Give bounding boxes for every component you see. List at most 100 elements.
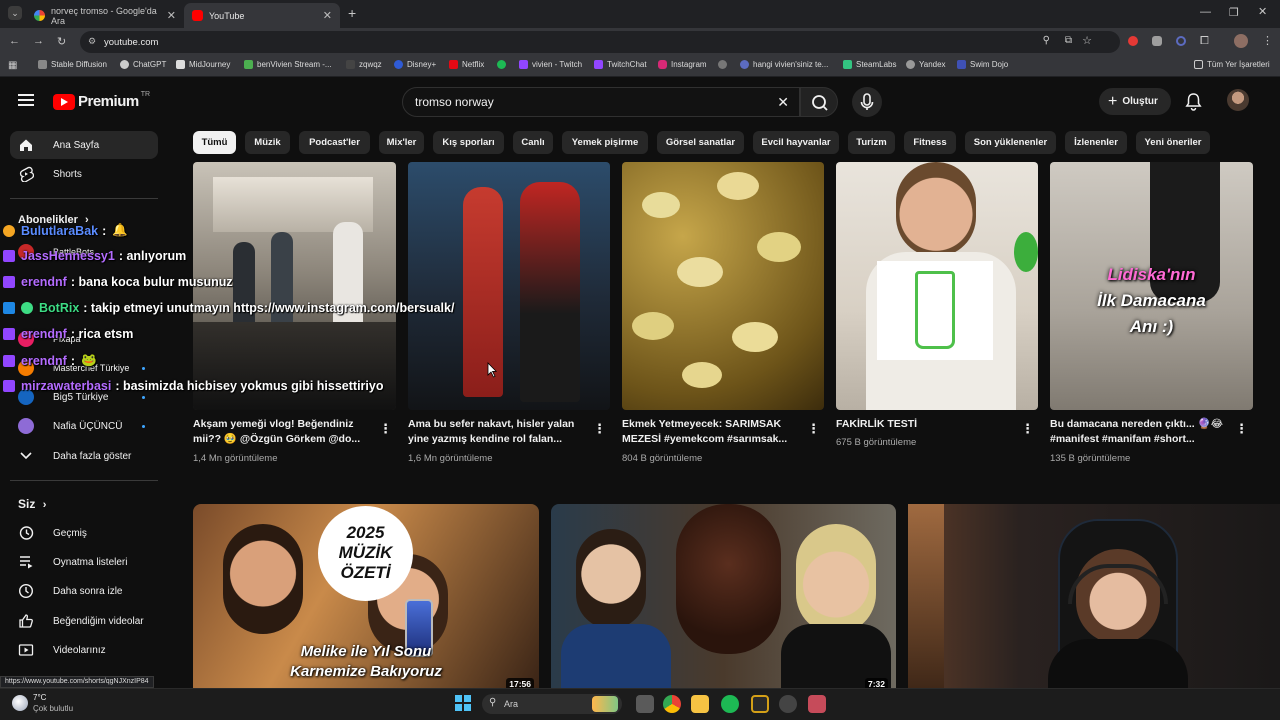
chip[interactable]: Görsel sanatlar	[657, 131, 744, 154]
short-thumbnail[interactable]	[622, 162, 824, 410]
bookmark-item[interactable]: SteamLabs	[843, 60, 896, 69]
show-more-button[interactable]: Daha fazla göster	[10, 442, 158, 470]
more-options-icon[interactable]: ⋮	[593, 421, 606, 437]
short-title[interactable]: Ekmek Yetmeyecek: SARIMSAK MEZESİ #yemek…	[622, 417, 802, 447]
close-tab-icon[interactable]: ✕	[323, 9, 332, 22]
sidebar-item-your-videos[interactable]: Videolarınız	[10, 636, 158, 664]
bookmark-item[interactable]: benVivien Stream -...	[244, 60, 332, 69]
taskbar-search[interactable]: ⚲ Ara	[482, 694, 622, 714]
close-tab-icon[interactable]: ✕	[167, 9, 176, 22]
extension-icon[interactable]	[1176, 36, 1186, 46]
spotify-icon[interactable]	[721, 695, 739, 713]
clear-search-icon[interactable]: ✕	[777, 94, 789, 111]
chip[interactable]: Kış sporları	[433, 131, 504, 154]
bookmark-item[interactable]: Netflix	[449, 60, 484, 69]
window-close-icon[interactable]: ✕	[1258, 5, 1267, 18]
bookmark-item[interactable]: Yandex	[906, 60, 946, 69]
task-view-icon[interactable]	[636, 695, 654, 713]
extension-icon[interactable]	[1128, 36, 1138, 46]
video-thumbnail[interactable]: 7:32	[551, 504, 896, 688]
bookmark-item[interactable]: ChatGPT	[120, 60, 166, 69]
chip[interactable]: Mix'ler	[379, 131, 424, 154]
sidebar-item-playlists[interactable]: Oynatma listeleri	[10, 548, 158, 576]
puzzle-icon[interactable]: ⧠	[1200, 35, 1209, 48]
short-thumbnail[interactable]	[836, 162, 1038, 410]
short-title[interactable]: FAKİRLİK TESTİ	[836, 417, 1016, 432]
bookmark-item[interactable]	[718, 60, 731, 69]
sidebar-item-shorts[interactable]: Shorts	[10, 160, 158, 188]
weather-icon[interactable]	[12, 695, 28, 711]
shield-icon[interactable]	[1152, 36, 1162, 46]
back-icon[interactable]: ←	[9, 35, 20, 47]
chip[interactable]: Müzik	[245, 131, 290, 154]
short-title[interactable]: Ama bu sefer nakavt, hisler yalan yine y…	[408, 417, 588, 447]
search-button[interactable]	[800, 87, 838, 117]
youtube-logo[interactable]: Premium TR	[53, 91, 150, 110]
hamburger-menu-icon[interactable]	[18, 94, 34, 106]
reload-icon[interactable]: ↻	[57, 35, 66, 48]
bookmark-item[interactable]: vivien - Twitch	[519, 60, 582, 69]
chip[interactable]: Podcast'ler	[299, 131, 370, 154]
app-icon[interactable]	[751, 695, 769, 713]
chip[interactable]: Fitness	[904, 131, 956, 154]
more-options-icon[interactable]: ⋮	[379, 421, 392, 437]
chip[interactable]: Son yüklenenler	[965, 131, 1056, 154]
new-tab-button[interactable]: +	[348, 5, 356, 21]
zoom-icon[interactable]: ⚲	[1043, 35, 1050, 46]
chip-all[interactable]: Tümü	[193, 131, 236, 154]
bookmark-item[interactable]: Stable Diffusion	[38, 60, 107, 69]
short-thumbnail[interactable]: Lidiska'nın İlk Damacana Anı :)	[1050, 162, 1253, 410]
chip[interactable]: Yeni öneriler	[1136, 131, 1210, 154]
apps-grid-icon[interactable]: ▦	[8, 60, 17, 71]
profile-avatar[interactable]	[1234, 34, 1248, 48]
all-bookmarks-folder[interactable]: Tüm Yer İşaretleri	[1194, 60, 1270, 69]
tab-youtube[interactable]: YouTube ✕	[184, 3, 340, 28]
tab-google-search[interactable]: norveç tromso - Google'da Ara ✕	[26, 3, 184, 28]
bookmark-item[interactable]: hangi vivien'siniz te...	[740, 60, 828, 69]
chip[interactable]: Evcil hayvanlar	[753, 131, 839, 154]
chip[interactable]: Turizm	[848, 131, 895, 154]
obs-icon[interactable]	[779, 695, 797, 713]
address-bar[interactable]: ⚙ youtube.com ⚲ ⧉ ☆	[80, 31, 1120, 53]
more-options-icon[interactable]: ⋮	[807, 421, 820, 437]
short-thumbnail[interactable]	[408, 162, 610, 410]
more-options-icon[interactable]: ⋮	[1235, 421, 1248, 437]
maximize-icon[interactable]: ❐	[1229, 6, 1239, 19]
short-title[interactable]: Bu damacana nereden çıktı... 🔮😂 #manifes…	[1050, 417, 1230, 447]
bookmark-item[interactable]: MidJourney	[176, 60, 230, 69]
bookmark-item[interactable]: zqwqz	[346, 60, 382, 69]
tab-search-icon[interactable]: ⌄	[8, 6, 22, 20]
chip[interactable]: İzlenenler	[1065, 131, 1127, 154]
file-explorer-icon[interactable]	[691, 695, 709, 713]
more-options-icon[interactable]: ⋮	[1021, 421, 1034, 437]
sidebar-item-liked-videos[interactable]: Beğendiğim videolar	[10, 607, 158, 635]
short-title[interactable]: Akşam yemeği vlog! Beğendiniz mii?? 🥹 @Ö…	[193, 417, 373, 447]
app-icon[interactable]	[808, 695, 826, 713]
notifications-bell-icon[interactable]	[1185, 92, 1202, 111]
bookmark-item[interactable]: Disney+	[394, 60, 436, 69]
sidebar-item-watch-later[interactable]: Daha sonra izle	[10, 577, 158, 605]
chrome-icon[interactable]	[663, 695, 681, 713]
menu-kebab-icon[interactable]: ⋮	[1262, 34, 1273, 47]
video-thumbnail[interactable]: 2025 MÜZİK ÖZETİ Melike ile Yıl Sonu Kar…	[193, 504, 539, 688]
chip[interactable]: Yemek pişirme	[562, 131, 648, 154]
search-input[interactable]: tromso norway ✕	[402, 87, 800, 117]
chip[interactable]: Canlı	[513, 131, 553, 154]
bookmark-item[interactable]: Swim Dojo	[957, 60, 1008, 69]
windows-start-icon[interactable]	[455, 695, 471, 711]
forward-icon[interactable]: →	[33, 35, 44, 47]
account-avatar[interactable]	[1227, 89, 1249, 111]
sidebar-item-home[interactable]: Ana Sayfa	[10, 131, 158, 159]
site-info-icon[interactable]: ⚙	[88, 36, 96, 47]
voice-search-button[interactable]	[852, 87, 882, 117]
minimize-icon[interactable]: —	[1200, 6, 1211, 18]
bookmark-star-icon[interactable]: ☆	[1082, 34, 1092, 47]
bookmark-item[interactable]	[497, 60, 510, 69]
bookmark-item[interactable]: Instagram	[658, 60, 707, 69]
create-button[interactable]: + Oluştur	[1099, 88, 1171, 115]
you-header[interactable]: Siz ›	[18, 497, 46, 511]
cast-icon[interactable]: ⧉	[1065, 35, 1072, 46]
subscription-item[interactable]: Nafia ÜÇÜNCÜ	[10, 412, 158, 440]
sidebar-item-history[interactable]: Geçmiş	[10, 519, 158, 547]
bookmark-item[interactable]: TwitchChat	[594, 60, 647, 69]
